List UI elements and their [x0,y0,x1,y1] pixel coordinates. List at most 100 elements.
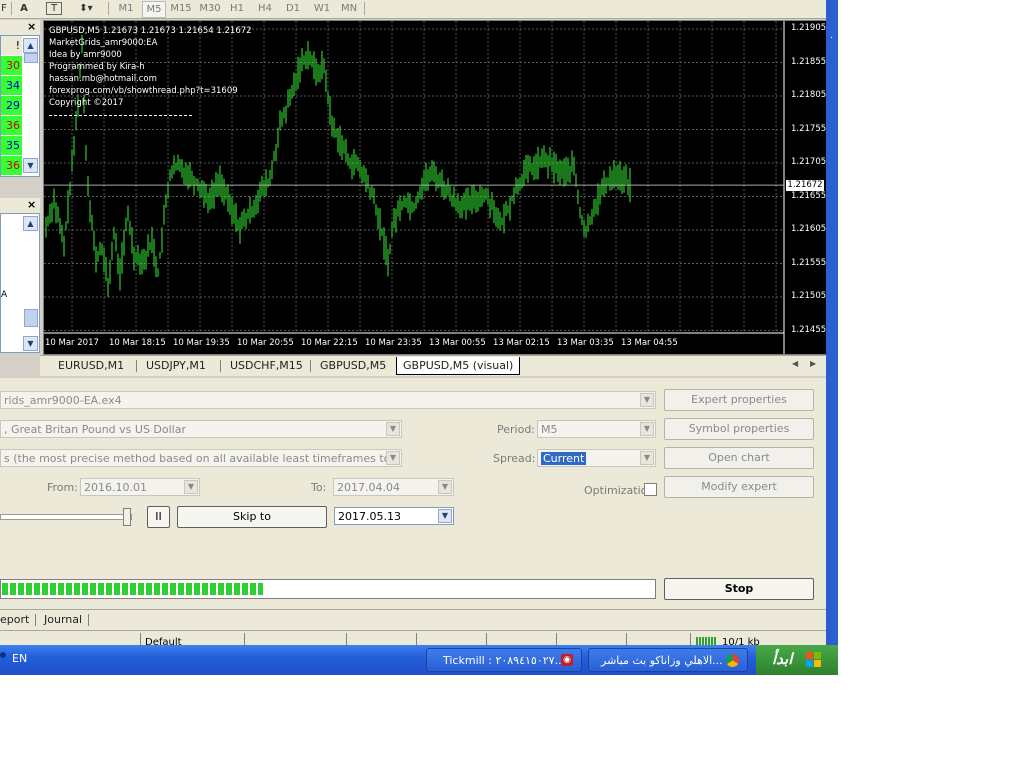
scrollbar-thumb[interactable] [24,53,38,63]
metatrader-icon: ◉ [561,654,573,666]
to-date-value: 2017.04.04 [337,481,400,494]
model-select-value: s (the most precise method based on all … [4,452,401,465]
timeframe-mn[interactable]: MN [338,1,360,16]
chevron-down-icon: ▼ [438,509,452,523]
scrollbar-thumb[interactable] [24,309,38,327]
spread-select[interactable]: Current ▼ [537,449,656,467]
from-label: From: [47,481,78,494]
timeframe-m1[interactable]: M1 [116,1,136,16]
from-date-input[interactable]: 2016.10.01 ▼ [80,478,200,496]
price-axis-label: 1.21455 [791,324,827,335]
tab-journal[interactable]: Journal [38,611,88,628]
time-axis-label: 13 Mar 00:55 [429,338,486,348]
expert-properties-button[interactable]: Expert properties [664,389,814,411]
time-axis-label: 10 Mar 2017 [45,338,99,348]
skip-to-date-value: 2017.05.13 [338,510,401,523]
navigator-item[interactable]: A [1,290,7,300]
speed-slider-handle[interactable] [123,508,131,526]
screen-area: F A T ⬍▾ M1 M5 M15 M30 H1 H4 D1 W1 MN × … [0,0,838,675]
taskbar-button-browser-label: الاهلي وزاناكو بث مباشر... [601,654,723,667]
navigator-close-icon[interactable]: × [27,198,36,211]
tab-eurusd-m1[interactable]: EURUSD,M1 [52,357,130,374]
toolbar-icon-f[interactable]: F [0,1,8,16]
symbol-properties-button[interactable]: Symbol properties [664,418,814,440]
text-tool-icon[interactable]: A [16,1,32,16]
time-axis-label: 10 Mar 22:15 [301,338,358,348]
price-axis-label: 1.21605 [791,224,827,234]
chart-tabs-bar: EURUSD,M1 USDJPY,M1 USDCHF,M15 GBPUSD,M5… [40,355,826,376]
chevron-down-icon: ▼ [184,480,198,494]
text-label-tool-icon[interactable]: T [46,2,62,15]
market-watch-value[interactable]: 29 [1,96,22,115]
scroll-down-icon[interactable]: ▼ [23,336,38,351]
tab-usdjpy-m1[interactable]: USDJPY,M1 [140,357,212,374]
scroll-up-icon[interactable]: ▲ [23,216,38,231]
to-label: To: [311,481,327,494]
tabs-scroll-left-icon[interactable]: ◀ [792,359,798,368]
timeframe-m15[interactable]: M15 [170,1,192,16]
tester-tabs-bar: eport Journal [0,609,826,630]
timeframe-h1[interactable]: H1 [228,1,246,16]
timeframe-w1[interactable]: W1 [312,1,332,16]
chart-info-line: MarketGrids_amr9000:EA [49,38,158,48]
status-bar: Default 10/1 kb [0,630,826,648]
skip-to-date-input[interactable]: 2017.05.13 ▼ [334,507,454,525]
start-button[interactable]: ابدأ [756,645,838,675]
stop-button[interactable]: Stop [664,578,814,600]
pause-button[interactable]: II [147,506,170,528]
price-chart[interactable]: GBPUSD,M5 1.21673 1.21673 1.21654 1.2167… [43,20,828,355]
tab-gbpusd-m5-visual[interactable]: GBPUSD,M5 (visual) [396,357,521,375]
test-progress-fill [2,583,263,595]
price-axis-label: 1.21555 [791,257,827,268]
navigator-panel: A ▲ ▼ [0,213,40,353]
chart-info-line: hassan.mb@hotmail.com [49,74,157,84]
model-select[interactable]: s (the most precise method based on all … [0,449,402,467]
price-axis-label: 1.21505 [791,291,827,301]
toolbar: F A T ⬍▾ M1 M5 M15 M30 H1 H4 D1 W1 MN [0,0,826,19]
chart-info-line: GBPUSD,M5 1.21673 1.21673 1.21654 1.2167… [49,26,252,36]
skip-to-button[interactable]: Skip to [177,506,327,528]
market-watch-value[interactable]: 34 [1,76,22,95]
timeframe-d1[interactable]: D1 [284,1,302,16]
expert-select[interactable]: rids_amr9000-EA.ex4 ▼ [0,391,656,409]
timeframe-h4[interactable]: H4 [256,1,274,16]
tabs-scroll-right-icon[interactable]: ▶ [810,359,816,368]
chevron-down-icon: ▼ [386,422,400,436]
optimization-checkbox[interactable] [644,483,657,496]
tab-gbpusd-m5[interactable]: GBPUSD,M5 [314,357,392,374]
timeframe-m5[interactable]: M5 [142,1,166,18]
chart-info-line: Programmed by Kira-h [49,62,145,72]
speed-slider-track[interactable] [0,514,132,520]
taskbar-button-browser[interactable]: الاهلي وزاناكو بث مباشر... [588,648,748,672]
test-progress-bar [0,579,656,599]
time-axis-label: 10 Mar 18:15 [109,338,166,348]
tab-usdchf-m15[interactable]: USDCHF,M15 [224,357,309,374]
timeframe-m30[interactable]: M30 [198,1,222,16]
language-indicator[interactable]: EN [12,652,27,665]
modify-expert-button[interactable]: Modify expert [664,476,814,498]
time-axis-label: 13 Mar 02:15 [493,338,550,348]
market-watch-value[interactable]: 36 [1,156,22,175]
scroll-up-icon[interactable]: ▲ [23,38,38,53]
market-watch-value[interactable]: 36 [1,116,22,135]
arrows-tool-icon[interactable]: ⬍▾ [74,1,98,16]
chrome-icon [726,654,739,667]
market-watch-close-icon[interactable]: × [27,20,36,33]
tab-report[interactable]: eport [0,611,35,628]
period-select[interactable]: M5 ▼ [537,420,656,438]
navigator-header: × [0,198,40,213]
symbol-select[interactable]: , Great Britan Pound vs US Dollar ▼ [0,420,402,438]
chart-canvas [44,21,785,354]
period-select-value: M5 [541,423,558,436]
spread-select-value: Current [541,452,587,465]
market-watch-value[interactable]: 30 [1,56,22,75]
current-price-label: 1.21672 [786,180,824,192]
scroll-down-icon[interactable]: ▼ [23,158,38,173]
open-chart-button[interactable]: Open chart [664,447,814,469]
market-watch-flag: ! [1,36,22,55]
market-watch-value[interactable]: 35 [1,136,22,155]
spread-label: Spread: [493,452,536,465]
to-date-input[interactable]: 2017.04.04 ▼ [333,478,454,496]
taskbar-button-tickmill[interactable]: Tickmill : ۲۰۸۹٤۱٥۰۲۷... ◉ [426,648,582,672]
period-label: Period: [497,423,536,436]
